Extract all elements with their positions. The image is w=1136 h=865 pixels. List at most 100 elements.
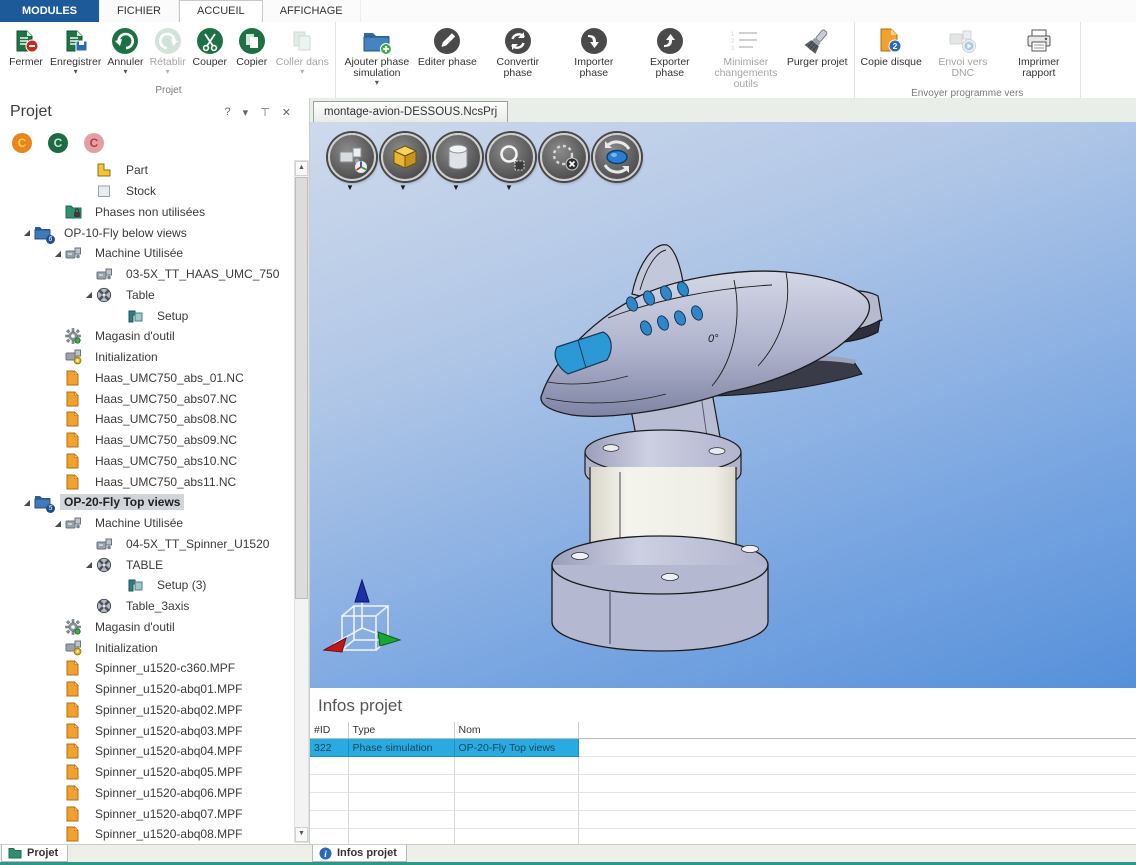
tree-item[interactable]: ◢ Haas_UMC750_abs_01.NC <box>0 368 296 389</box>
tree-item[interactable]: ◢ Magasin d'outil <box>0 617 296 638</box>
tree-item-label: Haas_UMC750_abs09.NC <box>91 432 241 448</box>
ribbon-button[interactable]: Annuler ▾ <box>104 23 146 84</box>
ribbon-button[interactable]: Ajouter phase simulation ▾ <box>339 23 415 98</box>
tree-item[interactable]: ◢ Setup <box>0 305 296 326</box>
tree-item[interactable]: ◢ 04-5X_TT_Spinner_U1520 <box>0 534 296 555</box>
tree-item-label: Haas_UMC750_abs07.NC <box>91 391 241 407</box>
tree-item[interactable]: ◢ Table_3axis <box>0 596 296 617</box>
ribbon-button[interactable]: 2 Copie disque ▾ <box>858 23 925 87</box>
tree-item[interactable]: ◢ Haas_UMC750_abs10.NC <box>0 451 296 472</box>
tree-item[interactable]: ◢ Spinner_u1520-abq06.MPF <box>0 783 296 804</box>
nc-file-icon <box>65 702 83 718</box>
tree-item[interactable]: ◢ 5 OP-20-Fly Top views <box>0 492 296 513</box>
tree-item[interactable]: ◢ TABLE <box>0 554 296 575</box>
tree-item[interactable]: ◢ Table <box>0 285 296 306</box>
tree-item[interactable]: ◢ Haas_UMC750_abs07.NC <box>0 388 296 409</box>
c-green-button[interactable]: C <box>48 133 68 153</box>
ribbon-button[interactable]: Purger projet ▾ <box>784 23 851 98</box>
tree-item[interactable]: ◢ Spinner_u1520-abq04.MPF <box>0 741 296 762</box>
ribbon-button[interactable]: Importer phase ▾ <box>556 23 632 98</box>
tree-item-label: 03-5X_TT_HAAS_UMC_750 <box>122 266 283 282</box>
ribbon-button[interactable]: Enregistrer ▾ <box>47 23 104 84</box>
nc-file-icon <box>65 432 83 448</box>
import-phase-icon <box>580 25 608 57</box>
axis-triad-icon <box>320 578 404 670</box>
tree-item[interactable]: ◢ Spinner_u1520-abq08.MPF <box>0 824 296 845</box>
ribbon-button[interactable]: Exporter phase ▾ <box>632 23 708 98</box>
ribbon-button[interactable]: Convertir phase ▾ <box>480 23 556 98</box>
tree-item[interactable]: ◢ 6 OP-10-Fly below views <box>0 222 296 243</box>
expand-arrow-icon[interactable]: ◢ <box>51 249 65 258</box>
expand-arrow-icon[interactable]: ◢ <box>82 560 96 569</box>
tree-item[interactable]: ◢ Machine Utilisée <box>0 513 296 534</box>
column-nom[interactable]: Nom <box>454 722 578 739</box>
ribbon-tab[interactable]: ACCUEIL <box>179 0 263 22</box>
scroll-up-icon[interactable]: ▲ <box>295 161 308 176</box>
tree-item[interactable]: ◢ Machine Utilisée <box>0 243 296 264</box>
tree-item[interactable]: ◢ Magasin d'outil <box>0 326 296 347</box>
tree-item[interactable]: ◢ Spinner_u1520-c360.MPF <box>0 658 296 679</box>
scroll-thumb[interactable] <box>295 177 308 599</box>
tree-item[interactable]: ◢ Part <box>0 160 296 181</box>
tree-item[interactable]: ◢ Haas_UMC750_abs09.NC <box>0 430 296 451</box>
ribbon-button[interactable]: Rétablir ▾ <box>147 23 189 84</box>
panel-title: Projet <box>10 103 52 121</box>
ribbon-tab[interactable]: AFFICHAGE <box>263 0 361 22</box>
expand-arrow-icon[interactable]: ◢ <box>82 290 96 299</box>
tree-scrollbar[interactable]: ▲ ▼ <box>294 160 309 843</box>
tree-item[interactable]: ◢ Setup (3) <box>0 575 296 596</box>
tree-item[interactable]: ◢ Spinner_u1520-abq01.MPF <box>0 679 296 700</box>
tree-item-label: Phases non utilisées <box>91 204 209 220</box>
tree-item-label: Magasin d'outil <box>91 619 179 635</box>
edit-phase-icon <box>433 25 461 57</box>
ribbon-tab[interactable]: FICHIER <box>100 0 179 22</box>
ribbon-button[interactable]: Coller dans ▾ <box>273 23 332 84</box>
expand-arrow-icon[interactable]: ◢ <box>51 519 65 528</box>
bottom-tab-projet[interactable]: Projet <box>1 845 68 862</box>
tree-item[interactable]: ◢ Phases non utilisées <box>0 202 296 223</box>
machine-badge-icon <box>65 349 83 365</box>
bottom-tab-infos-projet[interactable]: i Infos projet <box>312 845 407 862</box>
column-type[interactable]: Type <box>348 722 454 739</box>
tree-item[interactable]: ◢ 03-5X_TT_HAAS_UMC_750 <box>0 264 296 285</box>
ribbon-button[interactable]: Fermer ▾ <box>5 23 47 84</box>
ribbon-tab-label: ACCUEIL <box>197 5 245 17</box>
ribbon-button[interactable]: Imprimer rapport ▾ <box>1001 23 1077 87</box>
scroll-down-icon[interactable]: ▼ <box>295 827 308 842</box>
document-tab[interactable]: montage-avion-DESSOUS.NcsPrj <box>313 101 508 122</box>
dropdown-icon[interactable]: ▾ <box>243 106 249 119</box>
tree-item[interactable]: ◢ Initialization <box>0 637 296 658</box>
table-empty-row <box>310 757 1136 775</box>
tree-item[interactable]: ◢ Spinner_u1520-abq05.MPF <box>0 762 296 783</box>
tree-item[interactable]: ◢ Stock <box>0 181 296 202</box>
table-row[interactable]: 322 Phase simulation OP-20-Fly Top views <box>310 739 1136 757</box>
expand-arrow-icon[interactable]: ◢ <box>20 498 34 507</box>
tree-item-label: Spinner_u1520-abq04.MPF <box>91 743 246 759</box>
ribbon-button[interactable]: Copier ▾ <box>231 23 273 84</box>
viewport-3d[interactable]: ▼ ▼ ▼ ▼ ▼ ▼ <box>310 122 1136 688</box>
ribbon-button[interactable]: Couper ▾ <box>189 23 231 84</box>
help-icon[interactable]: ? <box>225 106 231 119</box>
c-orange-button[interactable]: C <box>12 133 32 153</box>
pin-icon[interactable]: ⊤ <box>260 106 270 119</box>
tree-item[interactable]: ◢ Initialization <box>0 347 296 368</box>
ribbon-button[interactable]: Editer phase ▾ <box>415 23 480 98</box>
nc-file-icon <box>65 474 83 490</box>
tree-item[interactable]: ◢ Spinner_u1520-abq07.MPF <box>0 803 296 824</box>
column-id[interactable]: #ID <box>310 722 348 739</box>
tree-item-label: Haas_UMC750_abs_01.NC <box>91 370 248 386</box>
ribbon-tab[interactable]: MODULES <box>0 0 100 22</box>
bottom-bar: Projet i Infos projet <box>0 844 1136 865</box>
ribbon-group-envoyer: 2 Copie disque ▾ Envoi vers DNC ▾ Imprim… <box>855 22 1081 98</box>
ribbon-button[interactable]: 123 Minimiser changements outils ▾ <box>708 23 784 98</box>
tree-item[interactable]: ◢ Spinner_u1520-abq03.MPF <box>0 720 296 741</box>
c-red-button[interactable]: C <box>84 133 104 153</box>
ribbon-button[interactable]: Envoi vers DNC ▾ <box>925 23 1001 87</box>
machine-icon <box>65 245 83 261</box>
close-icon[interactable]: ✕ <box>282 106 291 119</box>
tree-item[interactable]: ◢ Haas_UMC750_abs11.NC <box>0 471 296 492</box>
expand-arrow-icon[interactable]: ◢ <box>20 228 34 237</box>
tree-item[interactable]: ◢ Spinner_u1520-abq02.MPF <box>0 700 296 721</box>
tree-item-label: Table_3axis <box>122 598 193 614</box>
tree-item[interactable]: ◢ Haas_UMC750_abs08.NC <box>0 409 296 430</box>
